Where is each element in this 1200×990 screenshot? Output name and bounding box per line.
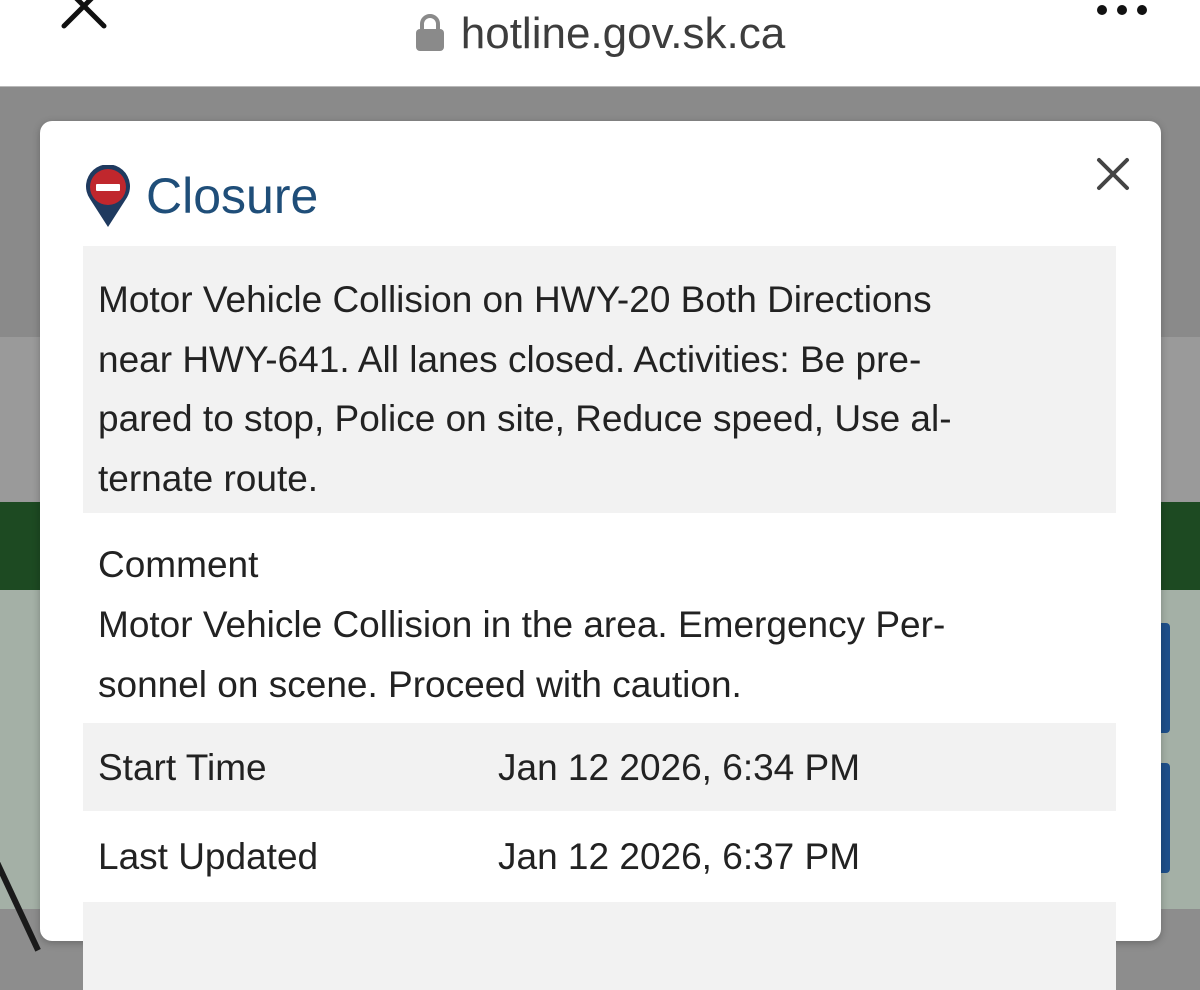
description-line: near HWY-641. All lanes closed. Activiti… <box>98 338 922 380</box>
description-line: pared to stop, Police on site, Reduce sp… <box>98 398 952 439</box>
detail-label: Start Time <box>98 747 267 788</box>
detail-label: Last Updated <box>98 836 319 877</box>
comment-label: Comment <box>98 544 259 585</box>
detail-value: Jan 12 2026, 6:37 PM <box>498 836 861 877</box>
closure-pin-icon <box>86 165 130 227</box>
detail-row <box>83 902 1116 990</box>
comment-line: sonnel on scene. Proceed with caution. <box>98 664 742 705</box>
address-bar[interactable]: hotline.gov.sk.ca <box>0 6 1200 62</box>
popup-close-icon[interactable] <box>1096 157 1130 191</box>
lock-icon <box>415 14 444 51</box>
browser-toolbar: hotline.gov.sk.ca <box>0 0 1200 87</box>
comment-line: Motor Vehicle Collision in the area. Eme… <box>98 604 946 645</box>
description-line: Motor Vehicle Collision on HWY-20 Both D… <box>98 279 932 320</box>
event-popup: Closure Motor Vehicle Collision on HWY-2… <box>40 121 1161 990</box>
detail-row-start-time: Start Time Jan 12 2026, 6:34 PM <box>83 723 1116 811</box>
more-dots-icon[interactable] <box>1094 0 1150 20</box>
detail-row-last-updated: Last Updated Jan 12 2026, 6:37 PM <box>83 812 1116 900</box>
popup-title: Closure <box>146 168 319 224</box>
event-description: Motor Vehicle Collision on HWY-20 Both D… <box>83 246 1116 513</box>
comment-section: Comment Motor Vehicle Collision in the a… <box>98 535 1108 715</box>
url-text: hotline.gov.sk.ca <box>460 9 786 58</box>
description-line: ternate route. <box>98 457 319 499</box>
detail-value: Jan 12 2026, 6:34 PM <box>498 747 861 788</box>
